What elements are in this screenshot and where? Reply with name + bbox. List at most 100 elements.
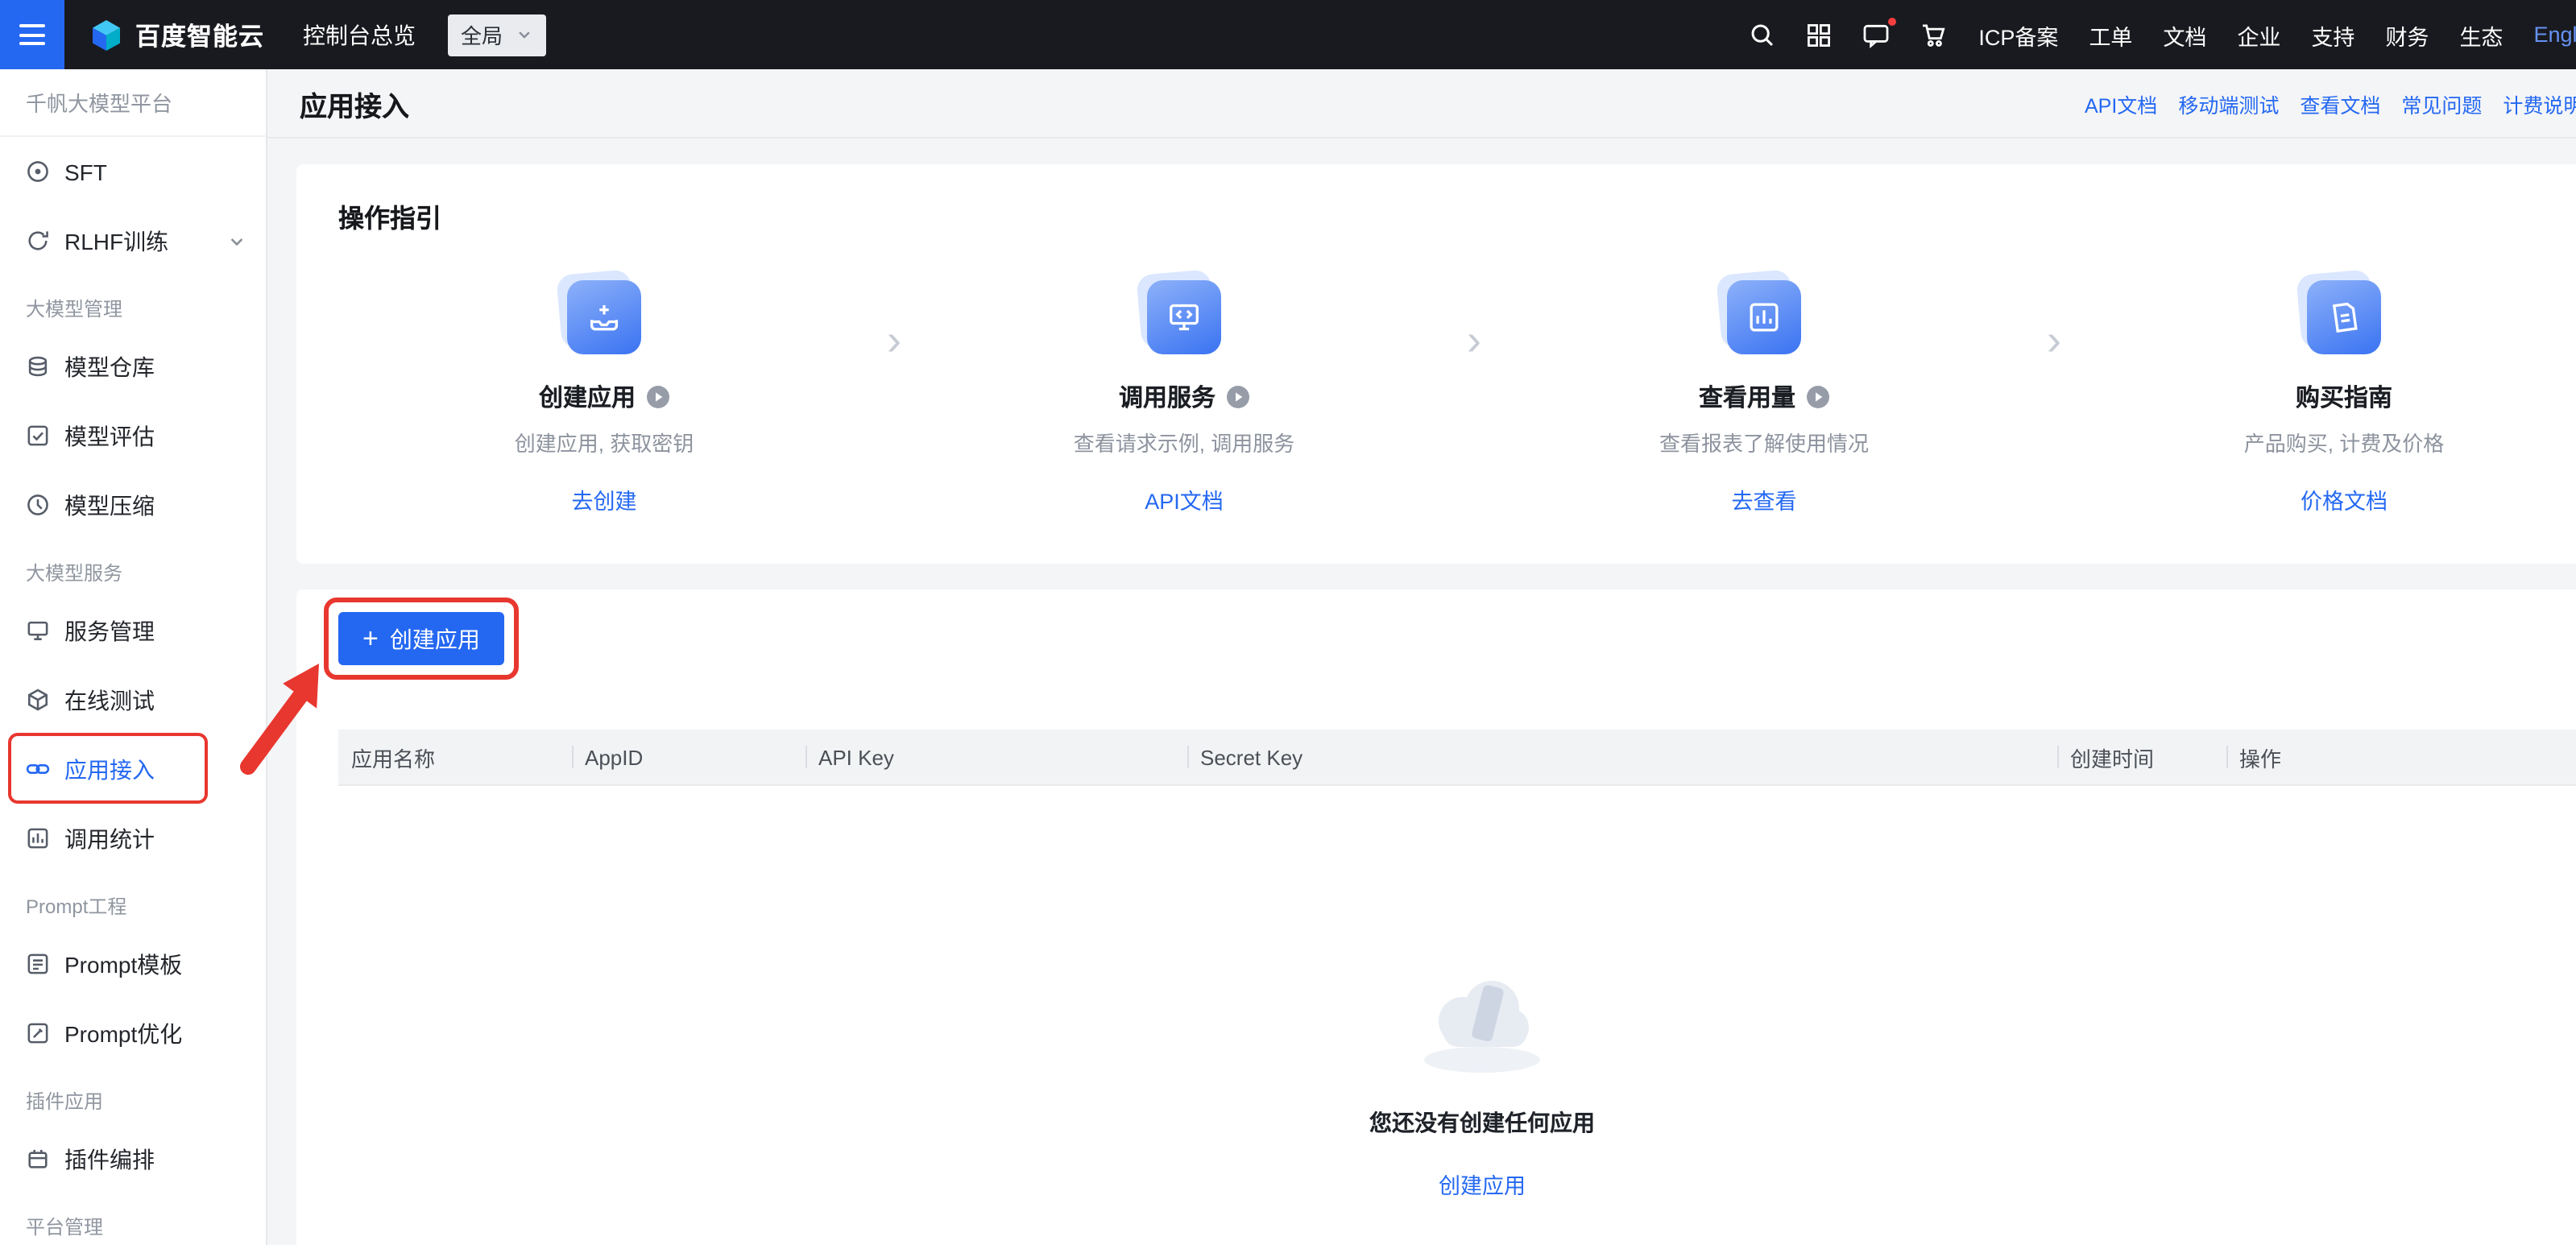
sidebar-item-label: 服务管理 bbox=[64, 614, 155, 647]
column-header-app-name: 应用名称 bbox=[338, 742, 572, 772]
sidebar-item-label: 在线测试 bbox=[64, 684, 155, 716]
empty-state: 您还没有创建任何应用 创建应用 bbox=[1240, 957, 1724, 1200]
empty-cloud-illustration bbox=[1402, 957, 1563, 1087]
sidebar-section-platform-management: 平台管理 bbox=[0, 1193, 266, 1245]
service-management-icon bbox=[26, 618, 50, 643]
sidebar-item-model-evaluation[interactable]: 模型评估 bbox=[0, 401, 266, 470]
sidebar-section-model-services: 大模型服务 bbox=[0, 540, 266, 596]
sidebar-item-label: 调用统计 bbox=[64, 822, 155, 854]
call-service-tile-icon bbox=[1147, 280, 1221, 354]
baidu-cloud-logo-icon bbox=[89, 17, 124, 52]
sidebar-item-app-access[interactable]: 应用接入 bbox=[0, 734, 266, 804]
column-header-app-id: AppID bbox=[572, 745, 806, 769]
sidebar: 千帆大模型平台 SFT RLHF训练 大模型管理 模型仓库 bbox=[0, 69, 267, 1245]
step-title: 查看用量 bbox=[1699, 380, 1795, 414]
sidebar-item-label: SFT bbox=[64, 159, 107, 184]
empty-state-create-link[interactable]: 创建应用 bbox=[1439, 1168, 1526, 1200]
model-evaluation-icon bbox=[26, 424, 50, 448]
empty-state-text: 您还没有创建任何应用 bbox=[1369, 1106, 1595, 1139]
column-header-api-key: API Key bbox=[806, 745, 1187, 769]
step-link-price-doc[interactable]: 价格文档 bbox=[2301, 483, 2388, 515]
chevron-down-icon bbox=[516, 26, 533, 43]
topbar-item-docs[interactable]: 文档 bbox=[2163, 19, 2206, 51]
create-app-button[interactable]: + 创建应用 bbox=[338, 612, 504, 665]
page-header: 应用接入 API文档 移动端测试 查看文档 常见问题 计费说明 计费价格 bbox=[267, 69, 2576, 139]
play-icon[interactable] bbox=[645, 385, 669, 409]
step-link-go-create[interactable]: 去创建 bbox=[572, 483, 637, 515]
sidebar-section-prompt-engineering: Prompt工程 bbox=[0, 873, 266, 929]
topbar-item-icp[interactable]: ICP备案 bbox=[1978, 19, 2058, 51]
sidebar-item-online-test[interactable]: 在线测试 bbox=[0, 665, 266, 734]
step-link-api-doc[interactable]: API文档 bbox=[1145, 483, 1224, 515]
guide-step-buy-guide: 购买指南 产品购买, 计费及价格 价格文档 bbox=[2078, 254, 2576, 515]
guide-step-call-service: 调用服务 查看请求示例, 调用服务 API文档 bbox=[918, 254, 1450, 515]
chevron-down-icon bbox=[227, 231, 246, 250]
column-header-secret-key: Secret Key bbox=[1187, 745, 2057, 769]
search-icon[interactable] bbox=[1750, 22, 1775, 48]
model-compression-icon bbox=[26, 493, 50, 517]
apps-card: + 创建应用 应用名称 AppID API Key Secret Key 创建时… bbox=[296, 589, 2576, 1245]
header-link-view-doc[interactable]: 查看文档 bbox=[2300, 89, 2380, 119]
create-app-tile-icon bbox=[567, 280, 641, 354]
step-desc: 创建应用, 获取密钥 bbox=[515, 427, 694, 457]
sidebar-item-call-statistics[interactable]: 调用统计 bbox=[0, 804, 266, 873]
page-header-links: API文档 移动端测试 查看文档 常见问题 计费说明 计费价格 bbox=[2085, 69, 2576, 139]
sidebar-item-prompt-optimization[interactable]: Prompt优化 bbox=[0, 999, 266, 1068]
step-link-go-view[interactable]: 去查看 bbox=[1732, 483, 1797, 515]
sidebar-item-model-repository[interactable]: 模型仓库 bbox=[0, 332, 266, 401]
message-icon[interactable] bbox=[1862, 22, 1890, 48]
topbar-right: ICP备案 工单 文档 企业 支持 财务 生态 English bbox=[1750, 0, 2576, 69]
hamburger-icon bbox=[19, 24, 45, 27]
language-switch[interactable]: English bbox=[2533, 23, 2576, 47]
header-link-billing-note[interactable]: 计费说明 bbox=[2503, 89, 2576, 119]
column-header-actions: 操作 bbox=[2226, 742, 2576, 772]
chevron-right-icon: › bbox=[870, 319, 918, 362]
rlhf-icon bbox=[26, 229, 50, 253]
console-overview-link[interactable]: 控制台总览 bbox=[303, 19, 416, 51]
page-viewport: 百度智能云 控制台总览 全局 ICP备案 工单 文档 bbox=[0, 0, 2576, 1245]
topbar-item-tickets[interactable]: 工单 bbox=[2089, 19, 2132, 51]
sidebar-item-rlhf-training[interactable]: RLHF训练 bbox=[0, 206, 266, 275]
sidebar-item-label: 应用接入 bbox=[64, 753, 155, 785]
topbar: 百度智能云 控制台总览 全局 ICP备案 工单 文档 bbox=[0, 0, 2576, 69]
topbar-item-finance[interactable]: 财务 bbox=[2385, 19, 2429, 51]
call-statistics-icon bbox=[26, 826, 50, 850]
sidebar-item-label: 模型仓库 bbox=[64, 350, 155, 383]
play-icon[interactable] bbox=[1225, 385, 1249, 409]
sidebar-item-label: 插件编排 bbox=[64, 1143, 155, 1175]
sidebar-section-model-management: 大模型管理 bbox=[0, 275, 266, 332]
guide-title: 操作指引 bbox=[338, 196, 2576, 235]
topbar-item-support[interactable]: 支持 bbox=[2311, 19, 2354, 51]
sidebar-item-service-management[interactable]: 服务管理 bbox=[0, 596, 266, 665]
topbar-item-ecosystem[interactable]: 生态 bbox=[2459, 19, 2503, 51]
prompt-optimization-icon bbox=[26, 1021, 50, 1045]
header-link-mobile-test[interactable]: 移动端测试 bbox=[2178, 89, 2279, 119]
guide-step-view-usage: 查看用量 查看报表了解使用情况 去查看 bbox=[1498, 254, 2030, 515]
chevron-right-icon: › bbox=[2030, 319, 2078, 362]
step-desc: 查看请求示例, 调用服务 bbox=[1074, 427, 1294, 457]
brand-logo[interactable]: 百度智能云 bbox=[89, 17, 264, 52]
create-app-button-label: 创建应用 bbox=[390, 622, 480, 655]
play-icon[interactable] bbox=[1805, 385, 1829, 409]
scope-selector[interactable]: 全局 bbox=[448, 14, 546, 56]
guide-steps: 创建应用 创建应用, 获取密钥 去创建 › 调用服务 查看请求示例, 调 bbox=[338, 254, 2576, 515]
step-title: 创建应用 bbox=[539, 380, 636, 414]
header-link-faq[interactable]: 常见问题 bbox=[2401, 89, 2482, 119]
topbar-item-enterprise[interactable]: 企业 bbox=[2237, 19, 2280, 51]
step-desc: 产品购买, 计费及价格 bbox=[2244, 427, 2444, 457]
header-link-api-doc[interactable]: API文档 bbox=[2085, 89, 2157, 119]
create-app-button-wrap: + 创建应用 bbox=[338, 612, 504, 665]
sidebar-item-model-compression[interactable]: 模型压缩 bbox=[0, 470, 266, 540]
step-title: 购买指南 bbox=[2296, 380, 2392, 414]
column-header-created-time: 创建时间 bbox=[2057, 742, 2226, 772]
step-desc: 查看报表了解使用情况 bbox=[1659, 427, 1869, 457]
hamburger-menu-button[interactable] bbox=[0, 0, 64, 69]
sidebar-item-prompt-template[interactable]: Prompt模板 bbox=[0, 929, 266, 999]
sidebar-item-plugin-orchestration[interactable]: 插件编排 bbox=[0, 1124, 266, 1193]
sft-icon bbox=[26, 159, 50, 184]
apps-grid-icon[interactable] bbox=[1806, 22, 1832, 48]
cart-icon[interactable] bbox=[1920, 22, 1948, 48]
prompt-template-icon bbox=[26, 952, 50, 976]
sidebar-item-sft[interactable]: SFT bbox=[0, 137, 266, 206]
sidebar-item-label: Prompt优化 bbox=[64, 1017, 182, 1049]
